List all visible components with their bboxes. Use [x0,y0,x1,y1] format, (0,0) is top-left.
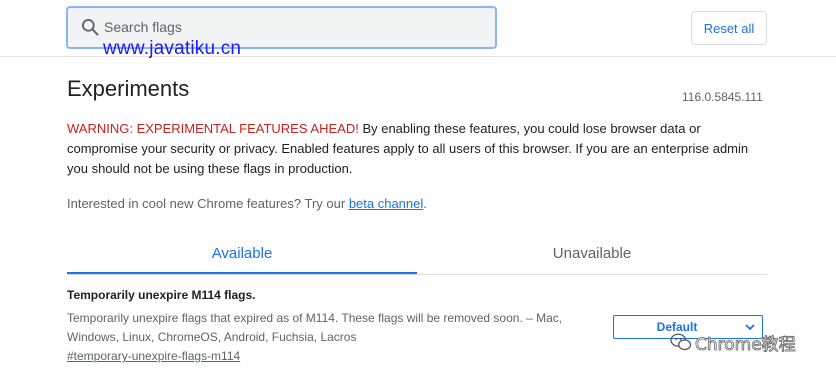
wechat-watermark-text: Chrome教程 [695,334,796,355]
wechat-watermark: Chrome教程 [670,330,796,355]
warning-label: WARNING: EXPERIMENTAL FEATURES AHEAD! [67,121,359,136]
header-bar: www.javatiku.cn Reset all [0,0,836,59]
tab-available[interactable]: Available [67,232,417,274]
promo-message: Interested in cool new Chrome features? … [67,194,427,214]
flag-title: Temporarily unexpire M114 flags. [67,288,256,302]
reset-all-button[interactable]: Reset all [691,11,767,45]
search-icon [82,19,99,36]
wechat-icon [670,333,692,351]
warning-message: WARNING: EXPERIMENTAL FEATURES AHEAD! By… [67,119,767,179]
tab-bar: Available Unavailable [67,232,767,275]
tab-selected-indicator [67,272,417,274]
flag-anchor-link[interactable]: #temporary-unexpire-flags-m114 [67,349,240,363]
promo-suffix: . [423,196,427,211]
beta-channel-link[interactable]: beta channel [349,196,423,211]
flag-description: Temporarily unexpire flags that expired … [67,311,563,344]
page-title: Experiments [67,76,190,101]
watermark-url: www.javatiku.cn [103,38,242,59]
promo-text: Interested in cool new Chrome features? … [67,196,349,211]
tab-unavailable[interactable]: Unavailable [417,232,767,274]
version-label: 116.0.5845.111 [682,90,763,104]
flags-page: www.javatiku.cn Reset all Experiments 11… [0,0,836,376]
search-input[interactable] [104,13,484,41]
